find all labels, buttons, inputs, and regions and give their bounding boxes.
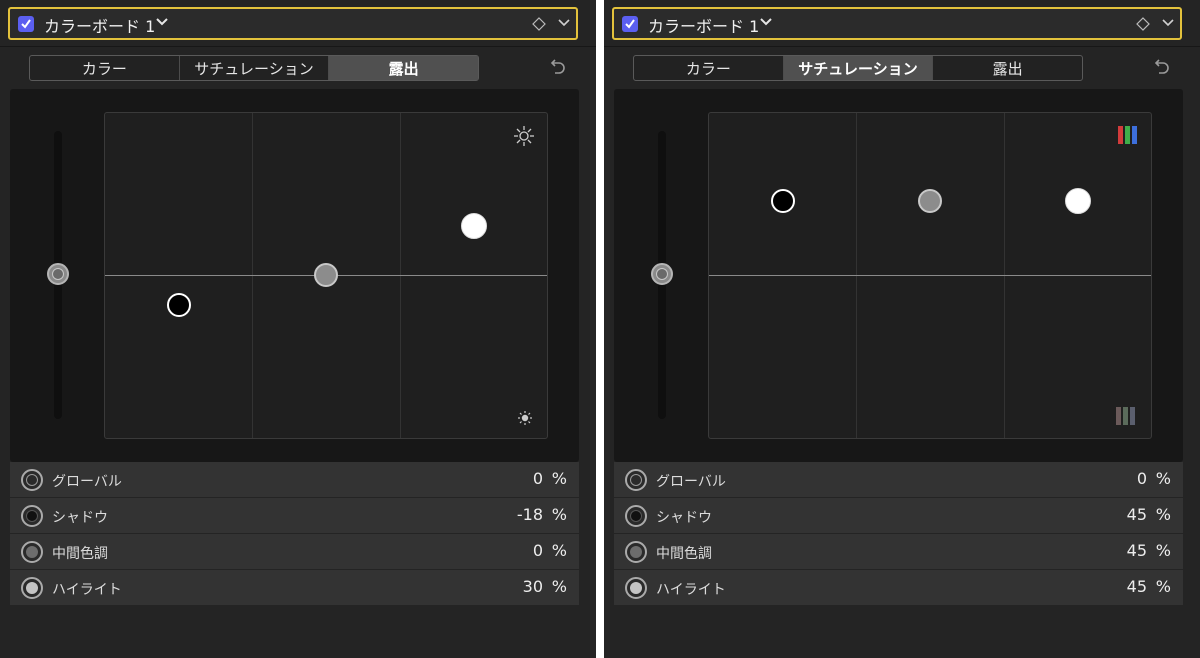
global-value[interactable]: 0 [533,469,543,488]
global-icon [625,469,647,491]
midtone-icon [21,541,43,563]
highlight-puck[interactable] [1065,187,1091,214]
shadow-icon [21,505,43,527]
row-label: グローバル [656,474,726,490]
shadow-puck[interactable] [771,188,795,213]
enable-checkbox[interactable] [18,16,34,32]
color-board [10,89,579,462]
checkmark-icon [21,19,31,29]
divider [0,46,596,47]
sun-large-icon [514,126,534,146]
keyframe-diamond-icon[interactable] [532,17,546,31]
saturation-gray-bars-icon [1116,407,1135,425]
tab-color[interactable]: カラー [30,56,180,80]
row-label: 中間色調 [656,546,712,562]
row-label: グローバル [52,474,122,490]
chevron-down-icon[interactable] [1162,19,1174,27]
unit-label: % [551,469,567,488]
row-label: シャドウ [52,510,108,526]
color-board-panel-exposure: カラーボード 1 カラー サチュレーション 露出 グローバル 0 % シャドウ … [0,0,596,658]
unit-label: % [551,577,567,596]
row-label: ハイライト [52,582,122,598]
reset-icon[interactable] [547,58,567,76]
unit-label: % [1155,577,1171,596]
saturation-grid[interactable] [708,112,1152,439]
row-global[interactable]: グローバル 0 % [614,462,1183,497]
board-header[interactable]: カラーボード 1 [612,7,1182,40]
shadow-icon [625,505,647,527]
global-puck[interactable] [651,263,673,285]
saturation-color-bars-icon [1118,126,1137,144]
exposure-grid[interactable] [104,112,548,439]
color-board [614,89,1183,462]
chevron-down-icon[interactable] [156,18,168,26]
chevron-down-icon[interactable] [760,18,772,26]
row-shadow[interactable]: シャドウ -18 % [10,498,579,533]
board-title[interactable]: カラーボード 1 [648,13,759,37]
tab-color[interactable]: カラー [634,56,784,80]
parameter-rows: グローバル 0 % シャドウ -18 % 中間色調 0 % ハイライト 30 % [10,462,579,606]
highlight-icon [21,577,43,599]
divider [604,46,1200,47]
midtone-puck[interactable] [918,188,942,213]
reset-icon[interactable] [1151,58,1171,76]
global-icon [21,469,43,491]
unit-label: % [551,505,567,524]
row-label: シャドウ [656,510,712,526]
midtone-value[interactable]: 45 [1127,541,1147,560]
unit-label: % [1155,541,1171,560]
sun-small-icon [518,411,532,425]
global-puck[interactable] [47,263,69,285]
board-title[interactable]: カラーボード 1 [44,13,155,37]
global-value[interactable]: 0 [1137,469,1147,488]
midtone-icon [625,541,647,563]
highlight-value[interactable]: 30 [523,577,543,596]
checkmark-icon [625,19,635,29]
board-tabs: カラー サチュレーション 露出 [633,55,1083,81]
keyframe-diamond-icon[interactable] [1136,17,1150,31]
shadow-value[interactable]: -18 [517,505,543,524]
midtone-puck[interactable] [314,263,338,287]
parameter-rows: グローバル 0 % シャドウ 45 % 中間色調 45 % ハイライト 45 % [614,462,1183,606]
highlight-icon [625,577,647,599]
row-highlight[interactable]: ハイライト 45 % [614,570,1183,605]
row-shadow[interactable]: シャドウ 45 % [614,498,1183,533]
shadow-puck[interactable] [167,292,191,317]
tab-saturation[interactable]: サチュレーション [783,56,934,80]
board-tabs: カラー サチュレーション 露出 [29,55,479,81]
highlight-puck[interactable] [461,212,487,239]
zero-line [709,275,1151,276]
row-midtone[interactable]: 中間色調 45 % [614,534,1183,569]
row-label: 中間色調 [52,546,108,562]
tab-exposure[interactable]: 露出 [933,56,1082,80]
unit-label: % [1155,469,1171,488]
highlight-value[interactable]: 45 [1127,577,1147,596]
board-header[interactable]: カラーボード 1 [8,7,578,40]
tab-saturation[interactable]: サチュレーション [180,56,330,80]
row-highlight[interactable]: ハイライト 30 % [10,570,579,605]
shadow-value[interactable]: 45 [1127,505,1147,524]
row-global[interactable]: グローバル 0 % [10,462,579,497]
tab-exposure[interactable]: 露出 [329,56,479,80]
midtone-value[interactable]: 0 [533,541,543,560]
color-board-panel-saturation: カラーボード 1 カラー サチュレーション 露出 グローバル 0 % シャドウ … [604,0,1200,658]
unit-label: % [1155,505,1171,524]
chevron-down-icon[interactable] [558,19,570,27]
row-label: ハイライト [656,582,726,598]
row-midtone[interactable]: 中間色調 0 % [10,534,579,569]
enable-checkbox[interactable] [622,16,638,32]
unit-label: % [551,541,567,560]
